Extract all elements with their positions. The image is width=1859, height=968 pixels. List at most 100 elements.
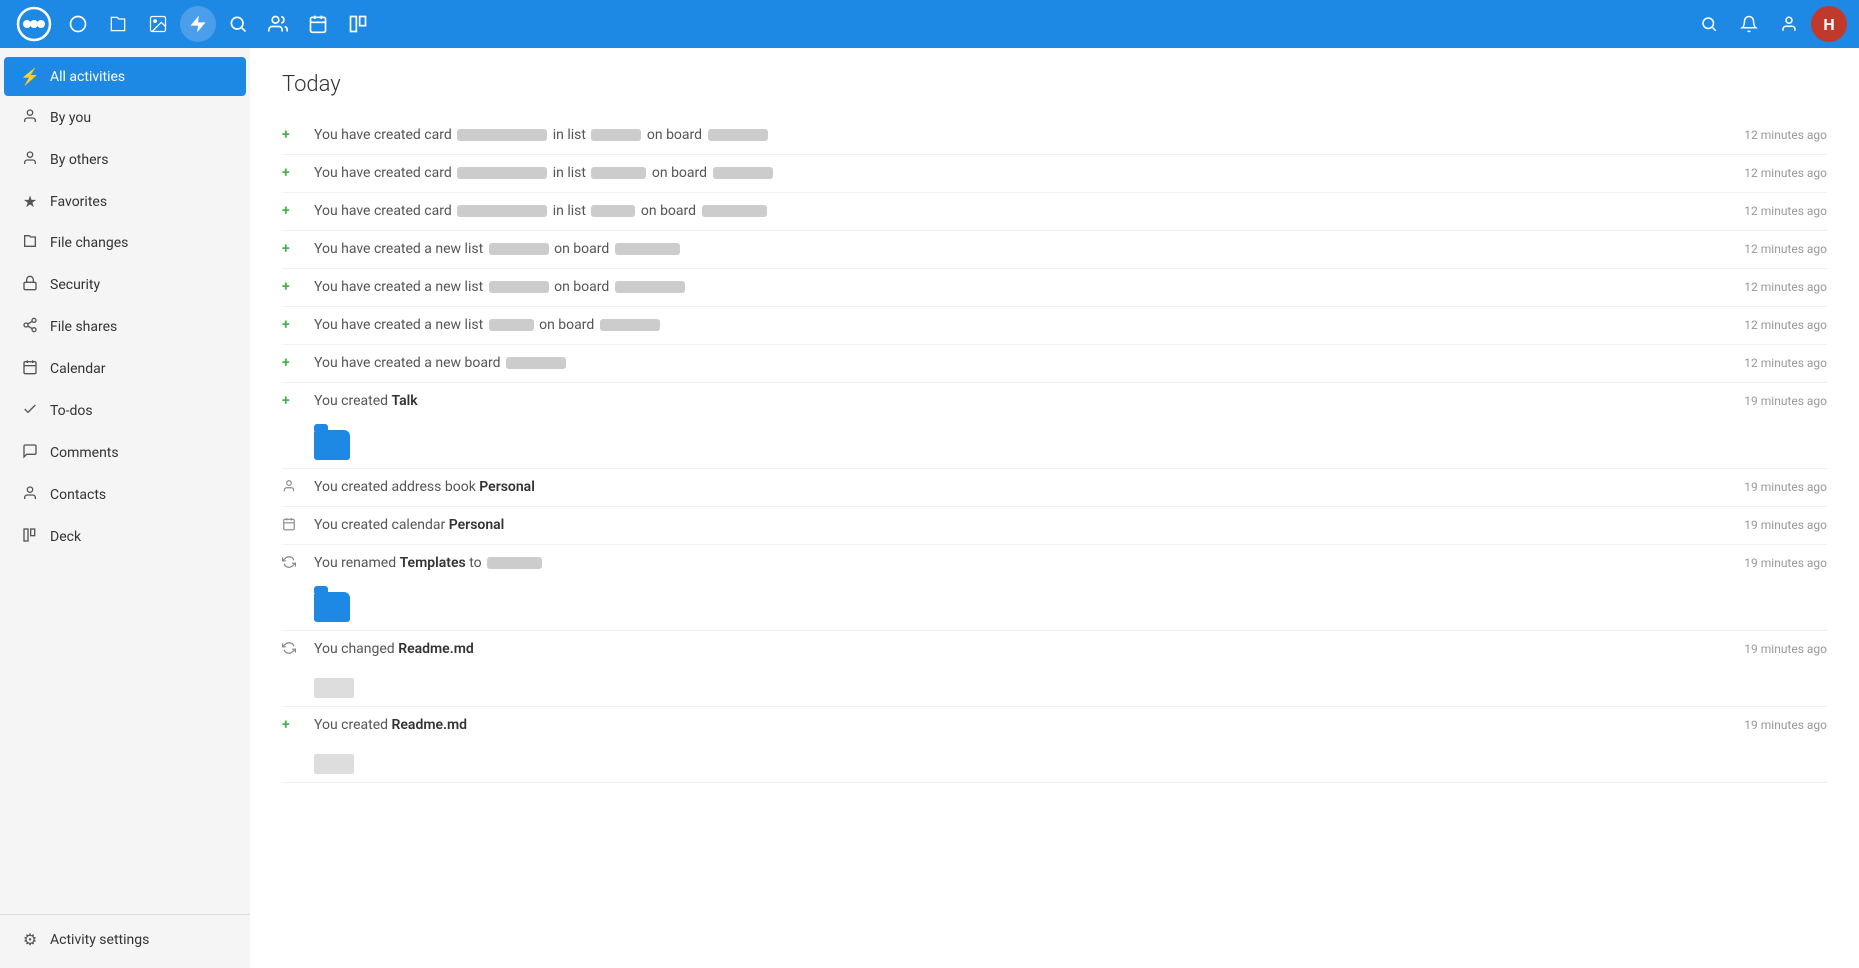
redacted-text bbox=[615, 243, 680, 255]
redacted-text bbox=[591, 205, 635, 217]
activity-time: 19 minutes ago bbox=[1707, 553, 1827, 570]
activity-text: You have created card in list on board bbox=[314, 125, 1695, 146]
activity-icon-plus: + bbox=[282, 315, 302, 333]
sidebar-item-label: Calendar bbox=[50, 361, 106, 377]
nextcloud-logo[interactable] bbox=[12, 2, 56, 46]
photos-nav-icon[interactable] bbox=[140, 6, 176, 42]
activity-icon-sync bbox=[282, 553, 302, 573]
file-shares-icon bbox=[20, 317, 40, 337]
redacted-text bbox=[591, 167, 646, 179]
redacted-text bbox=[615, 281, 685, 293]
home-nav-icon[interactable] bbox=[60, 6, 96, 42]
activity-time: 19 minutes ago bbox=[1707, 715, 1827, 732]
activity-time: 12 minutes ago bbox=[1707, 315, 1827, 332]
sidebar-item-favorites[interactable]: ★ Favorites bbox=[4, 182, 246, 221]
bold-text: Talk bbox=[392, 393, 418, 409]
activity-item: + You have created a new list on board 1… bbox=[282, 269, 1827, 307]
activity-item: + You have created card in list on board… bbox=[282, 117, 1827, 155]
activity-item: + You have created a new list on board 1… bbox=[282, 307, 1827, 345]
file-changes-icon bbox=[20, 233, 40, 253]
sidebar-item-file-shares[interactable]: File shares bbox=[4, 307, 246, 347]
activity-text: You have created a new list on board bbox=[314, 239, 1695, 260]
redacted-text bbox=[489, 319, 534, 331]
deck-nav-icon[interactable] bbox=[340, 6, 376, 42]
search-top-button[interactable] bbox=[1691, 6, 1727, 42]
redacted-text bbox=[591, 129, 641, 141]
sidebar-spacer bbox=[0, 558, 250, 906]
sidebar-item-label: Favorites bbox=[50, 194, 107, 210]
activity-text: You have created card in list on board bbox=[314, 163, 1695, 184]
file-thumbnail bbox=[314, 754, 354, 774]
activity-item: You created calendar Personal 19 minutes… bbox=[282, 507, 1827, 545]
activity-item: + You have created a new list on board 1… bbox=[282, 231, 1827, 269]
activity-item: You created address book Personal 19 min… bbox=[282, 469, 1827, 507]
redacted-text bbox=[457, 129, 547, 141]
activity-item: You renamed Templates to 19 minutes ago bbox=[282, 545, 1827, 631]
sidebar-item-security[interactable]: Security bbox=[4, 265, 246, 305]
bold-text: Readme.md bbox=[398, 641, 474, 657]
sidebar-item-label: All activities bbox=[50, 69, 125, 85]
redacted-text bbox=[506, 357, 566, 369]
sidebar-item-all-activities[interactable]: ⚡ All activities bbox=[4, 57, 246, 96]
redacted-text bbox=[708, 129, 768, 141]
activity-text: You created address book Personal bbox=[314, 477, 1695, 498]
security-icon bbox=[20, 275, 40, 295]
folder-thumbnail bbox=[314, 592, 350, 622]
sidebar-item-todos[interactable]: To-dos bbox=[4, 391, 246, 431]
redacted-text bbox=[489, 243, 549, 255]
topnav-right: H bbox=[1691, 6, 1847, 42]
activity-text: You renamed Templates to bbox=[314, 553, 1695, 574]
activity-icon-plus: + bbox=[282, 163, 302, 181]
bold-text: Templates bbox=[400, 555, 466, 571]
activity-item: + You have created card in list on board… bbox=[282, 193, 1827, 231]
sidebar-item-label: Contacts bbox=[50, 487, 106, 503]
main-content: Today + You have created card in list on… bbox=[250, 48, 1859, 968]
redacted-text bbox=[489, 281, 549, 293]
sidebar-item-file-changes[interactable]: File changes bbox=[4, 223, 246, 263]
sidebar-item-deck[interactable]: Deck bbox=[4, 517, 246, 557]
activity-text: You have created a new list on board bbox=[314, 277, 1695, 298]
redacted-text bbox=[487, 557, 542, 569]
activity-time: 12 minutes ago bbox=[1707, 163, 1827, 180]
activity-nav-icon[interactable] bbox=[180, 6, 216, 42]
redacted-text bbox=[713, 167, 773, 179]
sidebar-item-label: Security bbox=[50, 277, 100, 293]
all-activities-icon: ⚡ bbox=[20, 67, 40, 86]
search-nav-icon[interactable] bbox=[220, 6, 256, 42]
by-you-icon bbox=[20, 108, 40, 128]
people-nav-icon[interactable] bbox=[260, 6, 296, 42]
activity-time: 19 minutes ago bbox=[1707, 639, 1827, 656]
sidebar-settings-label: Activity settings bbox=[50, 932, 149, 948]
activity-time: 12 minutes ago bbox=[1707, 201, 1827, 218]
sidebar-item-label: To-dos bbox=[50, 403, 93, 419]
topnav: H bbox=[0, 0, 1859, 48]
activity-icon-plus: + bbox=[282, 125, 302, 143]
topnav-left bbox=[12, 2, 376, 46]
activity-icon-plus: + bbox=[282, 715, 302, 733]
activity-time: 19 minutes ago bbox=[1707, 391, 1827, 408]
redacted-text bbox=[457, 205, 547, 217]
sidebar-item-contacts[interactable]: Contacts bbox=[4, 475, 246, 515]
calendar-nav-icon[interactable] bbox=[300, 6, 336, 42]
sidebar-item-calendar[interactable]: Calendar bbox=[4, 349, 246, 389]
notifications-button[interactable] bbox=[1731, 6, 1767, 42]
sidebar-item-by-others[interactable]: By others bbox=[4, 140, 246, 180]
activity-time: 19 minutes ago bbox=[1707, 515, 1827, 532]
sidebar-item-by-you[interactable]: By you bbox=[4, 98, 246, 138]
user-top-button[interactable] bbox=[1771, 6, 1807, 42]
files-nav-icon[interactable] bbox=[100, 6, 136, 42]
calendar-sidebar-icon bbox=[20, 359, 40, 379]
sidebar-item-comments[interactable]: Comments bbox=[4, 433, 246, 473]
sidebar-bottom: ⚙ Activity settings bbox=[0, 914, 250, 960]
folder-thumbnail bbox=[314, 430, 350, 460]
activity-icon-contacts bbox=[282, 477, 302, 497]
redacted-text bbox=[600, 319, 660, 331]
user-avatar[interactable]: H bbox=[1811, 6, 1847, 42]
activity-item: + You have created a new board 12 minute… bbox=[282, 345, 1827, 383]
deck-sidebar-icon bbox=[20, 527, 40, 547]
sidebar-item-activity-settings[interactable]: ⚙ Activity settings bbox=[4, 920, 246, 959]
app-layout: ⚡ All activities By you By others ★ Favo… bbox=[0, 48, 1859, 968]
activity-icon-plus: + bbox=[282, 201, 302, 219]
bold-text: Personal bbox=[449, 517, 505, 533]
redacted-text bbox=[702, 205, 767, 217]
